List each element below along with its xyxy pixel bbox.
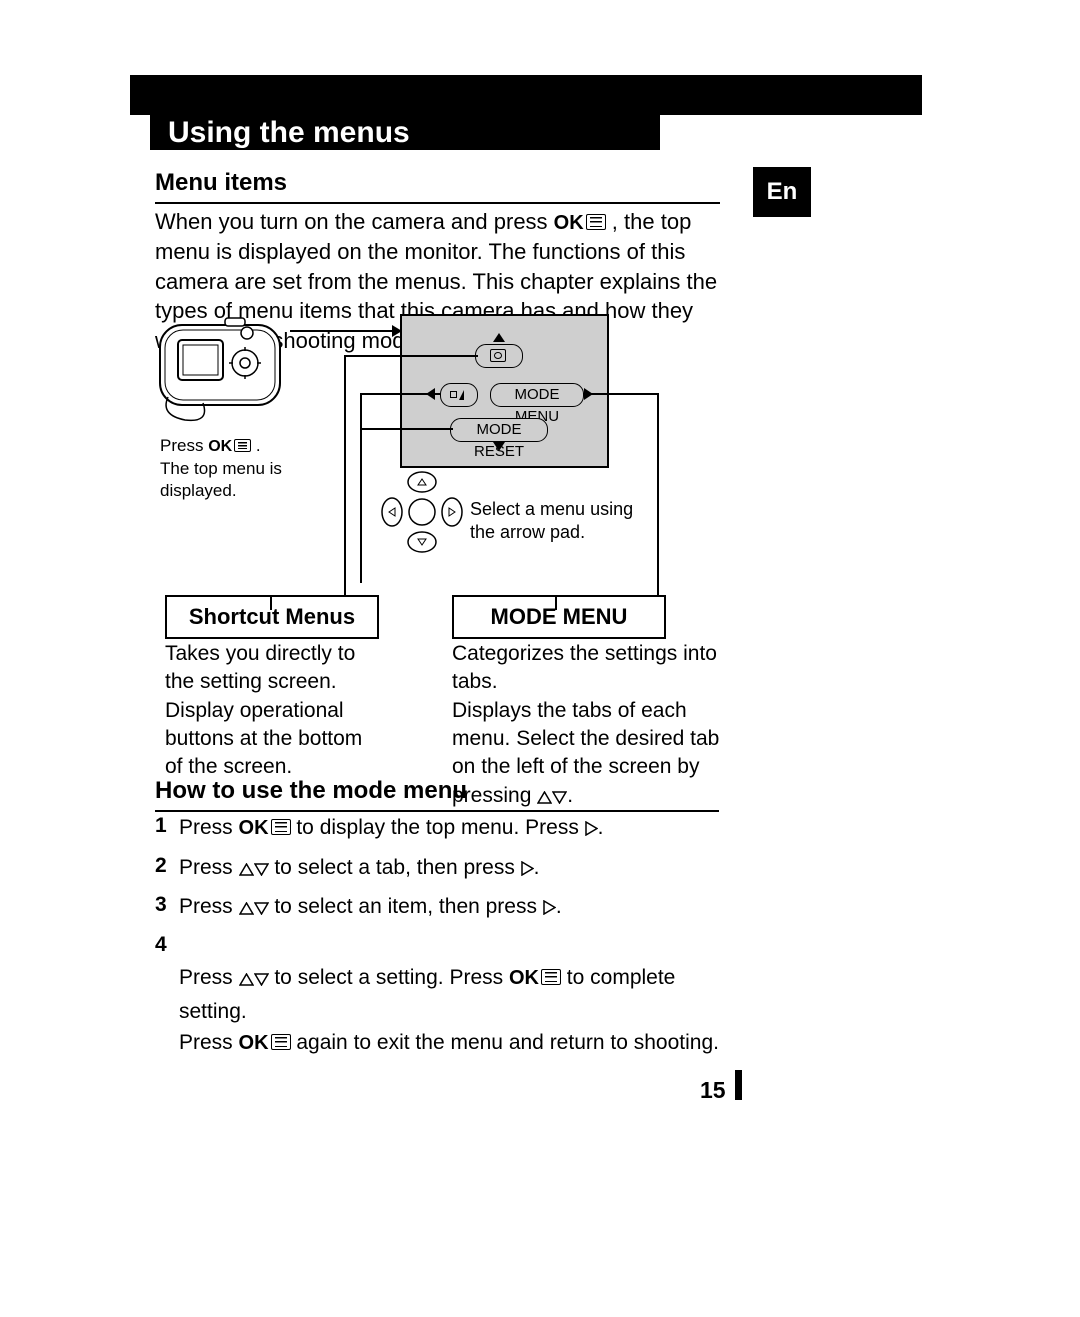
connector-line — [657, 393, 659, 596]
ok-button-label: OK — [208, 437, 232, 458]
menu-option-mode-reset: MODE RESET — [450, 418, 548, 442]
camera-illustration — [155, 315, 295, 433]
step-text: Press to select an item, then press . — [179, 891, 562, 925]
connector-line — [360, 428, 453, 430]
step-item: 1 Press OK to display the top menu. Pres… — [155, 812, 735, 846]
language-tab: En — [753, 167, 811, 217]
camera-caption-pre: Press — [160, 436, 208, 455]
menu-option-mode-menu: MODE MENU — [490, 383, 584, 407]
step-item: 3 Press to select an item, then press . — [155, 891, 735, 925]
camera-caption: Press OK . The top menu is displayed. — [160, 435, 315, 502]
step-fragment: . — [598, 816, 604, 839]
section-heading-how-to: How to use the mode menu — [155, 775, 719, 812]
menu-option-quality-icon — [440, 383, 478, 407]
steps-list: 1 Press OK to display the top menu. Pres… — [155, 812, 735, 1065]
menu-icon — [271, 819, 291, 835]
page-title: Using the menus — [150, 108, 660, 150]
arrow-pad-illustration — [380, 470, 465, 563]
triangle-down-icon — [493, 442, 505, 451]
page-number-bar — [735, 1070, 742, 1100]
connector-line — [344, 355, 478, 357]
ok-button-label: OK — [239, 813, 269, 843]
connector-line — [360, 393, 362, 583]
menu-icon — [586, 214, 606, 230]
triangle-up-icon — [239, 893, 254, 925]
connector-line — [290, 330, 395, 332]
menu-icon — [271, 1034, 291, 1050]
connector-line — [344, 355, 346, 595]
mode-desc-1: Categorizes the settings into tabs. — [452, 642, 717, 693]
step-fragment: to select a setting. Press — [269, 966, 509, 989]
step-fragment: Press — [179, 966, 239, 989]
connector-line — [360, 393, 440, 395]
step-fragment: . — [556, 895, 562, 918]
triangle-right-icon — [585, 814, 598, 846]
step-fragment: to select a tab, then press — [269, 856, 521, 879]
intro-text-pre: When you turn on the camera and press — [155, 209, 554, 234]
step-fragment: to display the top menu. Press — [291, 816, 585, 839]
menu-icon — [234, 439, 251, 452]
mode-menu-heading: MODE MENU — [452, 595, 666, 639]
page-number: 15 — [700, 1075, 726, 1106]
triangle-down-icon — [254, 893, 269, 925]
step-text: Press to select a setting. Press OK to c… — [179, 931, 735, 1059]
step-fragment: to select an item, then press — [269, 895, 543, 918]
step-number: 4 — [155, 931, 179, 959]
step-text: Press OK to display the top menu. Press … — [179, 812, 604, 846]
ok-button-label: OK — [509, 963, 539, 993]
triangle-up-icon — [239, 964, 254, 996]
triangle-down-icon — [254, 964, 269, 996]
ok-button-label: OK — [554, 210, 584, 237]
step-text: Press to select a tab, then press . — [179, 852, 540, 886]
step-number: 3 — [155, 891, 179, 919]
step-fragment: again to exit the menu and return to sho… — [291, 1031, 719, 1054]
step-number: 1 — [155, 812, 179, 840]
menu-icon — [541, 969, 561, 985]
menu-option-camera-icon — [475, 344, 523, 368]
step-number: 2 — [155, 852, 179, 880]
triangle-right-icon — [521, 854, 534, 886]
step-item: 4 Press to select a setting. Press OK to… — [155, 931, 735, 1059]
triangle-right-icon — [543, 893, 556, 925]
step-fragment: Press — [179, 856, 239, 879]
arrow-pad-caption: Select a menu using the arrow pad. — [470, 498, 645, 545]
step-fragment: Press — [179, 816, 239, 839]
connector-line — [583, 393, 658, 395]
triangle-up-icon — [493, 333, 505, 342]
shortcut-menus-description: Takes you directly to the setting screen… — [165, 640, 380, 782]
step-fragment: . — [534, 856, 540, 879]
step-fragment: Press — [179, 895, 239, 918]
section-heading-menu-items: Menu items — [155, 167, 720, 204]
shortcut-menus-heading: Shortcut Menus — [165, 595, 379, 639]
ok-button-label: OK — [239, 1028, 269, 1058]
step-item: 2 Press to select a tab, then press . — [155, 852, 735, 886]
triangle-down-icon — [254, 854, 269, 886]
triangle-up-icon — [239, 854, 254, 886]
